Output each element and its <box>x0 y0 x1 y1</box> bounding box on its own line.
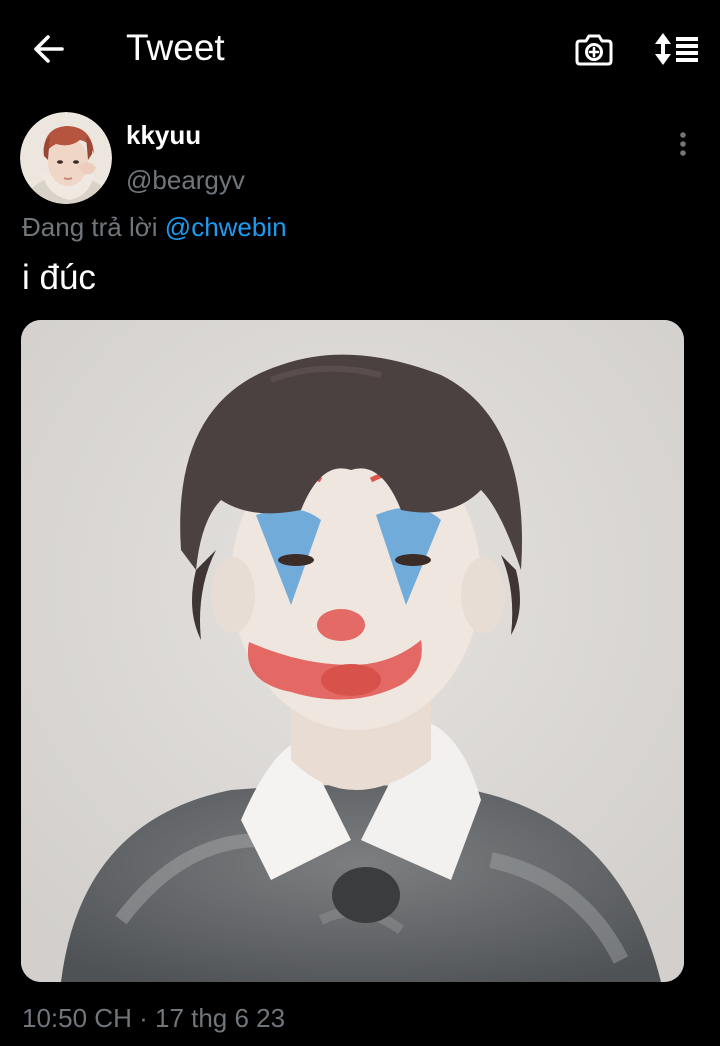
author-display-name[interactable]: kkyuu <box>126 118 201 152</box>
tweet-timestamp: 10:50 CH · 17 thg 6 23 <box>22 1000 285 1036</box>
photo-image <box>21 320 684 982</box>
arrow-left-icon <box>34 35 64 63</box>
avatar[interactable] <box>20 112 112 204</box>
sort-arrows-icon <box>655 33 698 65</box>
back-button[interactable] <box>24 22 74 76</box>
sort-replies-button[interactable] <box>650 26 704 72</box>
author-handle[interactable]: @beargyv <box>126 163 245 197</box>
reply-context: Đang trả lời @chwebin <box>22 210 287 244</box>
tweet-text: i đúc <box>22 258 96 297</box>
tweet-photo[interactable] <box>21 320 684 982</box>
camera-button[interactable] <box>570 26 618 72</box>
more-vertical-icon <box>680 132 686 156</box>
reply-mention-link[interactable]: @chwebin <box>165 212 287 242</box>
camera-plus-icon <box>575 34 613 66</box>
reply-prefix: Đang trả lời <box>22 212 158 242</box>
tweet-time[interactable]: 10:50 CH <box>22 1003 132 1033</box>
page-title: Tweet <box>126 27 225 68</box>
tweet-date[interactable]: 17 thg 6 23 <box>155 1003 285 1033</box>
avatar-image <box>20 112 112 204</box>
more-options-button[interactable] <box>666 124 700 164</box>
timestamp-separator: · <box>139 1003 148 1033</box>
top-app-bar: Tweet <box>0 0 720 100</box>
